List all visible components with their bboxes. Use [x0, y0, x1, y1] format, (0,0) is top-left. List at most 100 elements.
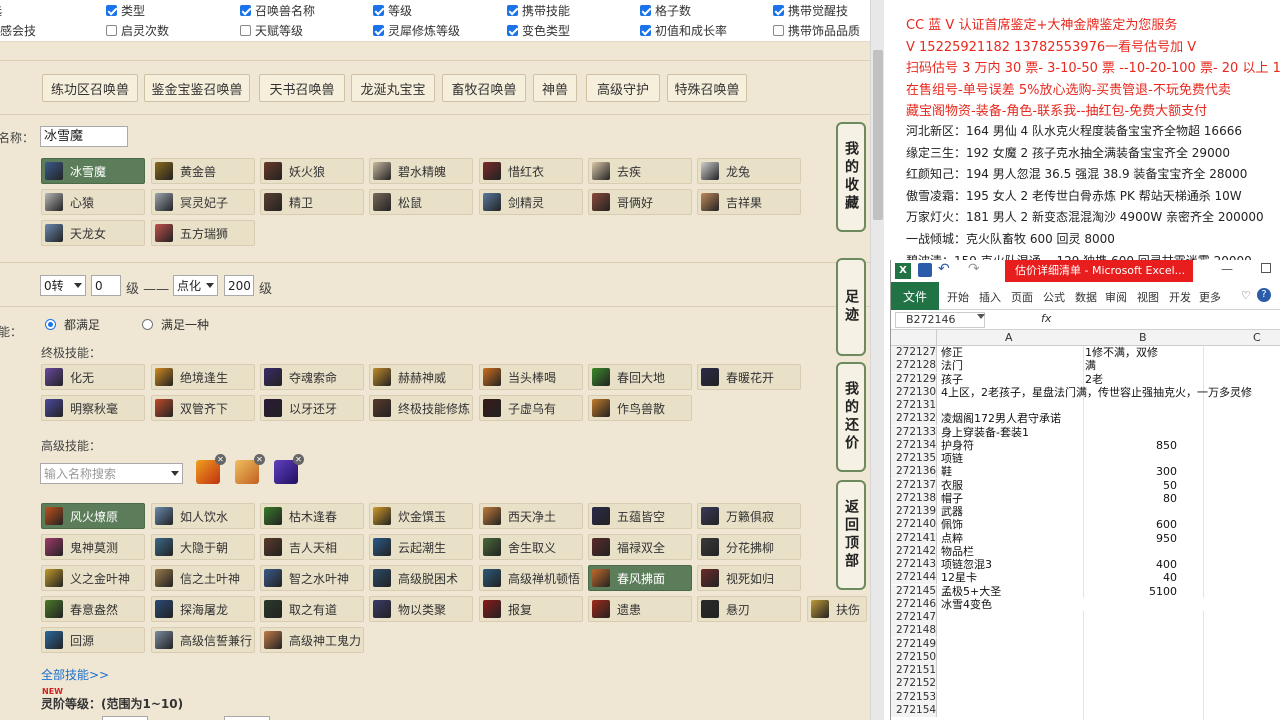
- checkbox-icon[interactable]: [640, 4, 651, 16]
- fx-icon[interactable]: fx: [1041, 312, 1051, 325]
- row-number[interactable]: 272142: [891, 544, 937, 558]
- help-icon[interactable]: ?: [1257, 288, 1271, 302]
- advanced-skills-chip[interactable]: 吉人天相: [260, 534, 364, 560]
- row-number[interactable]: 272144: [891, 571, 937, 585]
- row-number[interactable]: 272147: [891, 611, 937, 624]
- cell-b[interactable]: 40: [1085, 571, 1177, 584]
- ultimate-skills-chip[interactable]: 当头棒喝: [479, 364, 583, 390]
- ultimate-skills-chip[interactable]: 以牙还牙: [260, 395, 364, 421]
- cell-a[interactable]: 鞋: [941, 465, 952, 478]
- row-number[interactable]: 272135: [891, 452, 937, 465]
- summons-chip[interactable]: 碧水精魄: [369, 158, 473, 184]
- advanced-skills-chip[interactable]: 万籁俱寂: [697, 503, 801, 529]
- advanced-skills-chip[interactable]: 高级禅机顿悟: [479, 565, 583, 591]
- summon-name-input[interactable]: 冰雪魔: [40, 126, 128, 147]
- advanced-skills-chip[interactable]: 高级信誓兼行: [151, 627, 255, 653]
- filter-checkbox[interactable]: 召唤兽名称: [240, 2, 315, 18]
- checkbox-icon[interactable]: [373, 4, 384, 16]
- cell-a[interactable]: 孟极5+大圣: [941, 585, 1001, 598]
- match-radio[interactable]: 都满足: [45, 316, 100, 333]
- stage-select[interactable]: 点化: [173, 275, 218, 296]
- row-number[interactable]: 272138: [891, 491, 937, 505]
- row-number[interactable]: 272133: [891, 425, 937, 439]
- advanced-skills-chip[interactable]: 高级脱困术: [369, 565, 473, 591]
- ribbon-tab[interactable]: 页面: [1011, 289, 1033, 305]
- scrollbar-thumb[interactable]: [873, 50, 883, 220]
- all-skills-link[interactable]: 全部技能>>: [41, 666, 109, 683]
- summons-chip[interactable]: 五方瑞狮: [151, 220, 255, 246]
- summons-chip[interactable]: 冰雪魔: [41, 158, 145, 184]
- row-number[interactable]: 272136: [891, 465, 937, 479]
- filter-checkbox[interactable]: 携带觉醒技: [773, 2, 848, 18]
- summons-chip[interactable]: 心猿: [41, 189, 145, 215]
- advanced-skills-chip[interactable]: 分花拂柳: [697, 534, 801, 560]
- minimize-icon[interactable]: —: [1221, 262, 1233, 276]
- level-min-input[interactable]: 0: [91, 275, 121, 296]
- advanced-skills-chip[interactable]: 探海屠龙: [151, 596, 255, 622]
- undo-icon[interactable]: ↶: [938, 261, 950, 277]
- cell-b[interactable]: 400: [1085, 558, 1177, 571]
- advanced-skills-chip[interactable]: 五蕴皆空: [588, 503, 692, 529]
- ultimate-skills-chip[interactable]: 终极技能修炼: [369, 395, 473, 421]
- cell-b[interactable]: 5100: [1085, 585, 1177, 598]
- row-number[interactable]: 272130: [891, 385, 937, 399]
- cell-a[interactable]: 4上区，2老孩子，星盘法门满，传世容止强抽克火，一万多灵修: [941, 386, 1252, 399]
- row-number[interactable]: 272143: [891, 558, 937, 571]
- checkbox-icon[interactable]: [773, 4, 784, 16]
- side-nav-button[interactable]: 我的收藏: [836, 122, 866, 232]
- cell-a[interactable]: 武器: [941, 505, 963, 518]
- summons-chip[interactable]: 惜红衣: [479, 158, 583, 184]
- ultimate-skills-chip[interactable]: 绝境逢生: [151, 364, 255, 390]
- summons-chip[interactable]: 黄金兽: [151, 158, 255, 184]
- advanced-skills-chip[interactable]: 枯木逢春: [260, 503, 364, 529]
- column-header-a[interactable]: A: [1005, 331, 1013, 344]
- checkbox-icon[interactable]: [507, 24, 518, 36]
- ribbon-tab[interactable]: 开始: [947, 289, 969, 305]
- filter-checkbox[interactable]: 初值和成长率: [640, 22, 727, 38]
- cell-a[interactable]: 佩饰: [941, 518, 963, 531]
- advanced-skills-chip[interactable]: 取之有道: [260, 596, 364, 622]
- select-all-corner[interactable]: [891, 330, 937, 346]
- ribbon-tab[interactable]: 插入: [979, 289, 1001, 305]
- row-number[interactable]: 272141: [891, 531, 937, 545]
- row-number[interactable]: 272151: [891, 664, 937, 677]
- cell-b[interactable]: 850: [1085, 439, 1177, 452]
- checkbox-icon[interactable]: [106, 4, 117, 16]
- row-number[interactable]: 272127: [891, 346, 937, 359]
- filter-checkbox[interactable]: 带感会技: [0, 22, 36, 38]
- turn-select[interactable]: 0转: [40, 275, 86, 296]
- ultimate-skills-chip[interactable]: 化无: [41, 364, 145, 390]
- filter-checkbox[interactable]: 格子数: [640, 2, 691, 18]
- advanced-skills-chip[interactable]: 报复: [479, 596, 583, 622]
- category-button[interactable]: 龙涎丸宝宝: [351, 74, 435, 102]
- remove-icon[interactable]: ✕: [254, 454, 265, 465]
- checkbox-icon[interactable]: [773, 24, 784, 36]
- selected-skill-spring-icon[interactable]: ✕: [235, 454, 265, 484]
- advanced-skills-chip[interactable]: 信之土叶神: [151, 565, 255, 591]
- row-number[interactable]: 272154: [891, 703, 937, 717]
- ultimate-skills-chip[interactable]: 双管齐下: [151, 395, 255, 421]
- advanced-skills-chip[interactable]: 西天净土: [479, 503, 583, 529]
- summons-chip[interactable]: 吉祥果: [697, 189, 801, 215]
- ribbon-tab[interactable]: 审阅: [1105, 289, 1127, 305]
- summons-chip[interactable]: 哥俩好: [588, 189, 692, 215]
- row-number[interactable]: 272150: [891, 650, 937, 664]
- filter-checkbox[interactable]: 灵犀修炼等级: [373, 22, 460, 38]
- ultimate-skills-chip[interactable]: 赫赫神威: [369, 364, 473, 390]
- match-radio[interactable]: 满足一种: [142, 316, 209, 333]
- column-header-c[interactable]: C: [1253, 331, 1261, 344]
- cell-a[interactable]: 项链忽混3: [941, 558, 992, 571]
- ribbon-tab-file[interactable]: 文件: [891, 282, 939, 310]
- summons-chip[interactable]: 天龙女: [41, 220, 145, 246]
- row-number[interactable]: 272134: [891, 438, 937, 452]
- advanced-skills-chip[interactable]: 福禄双全: [588, 534, 692, 560]
- side-nav-button[interactable]: 返回顶部: [836, 480, 866, 590]
- advanced-skills-chip[interactable]: 春意盎然: [41, 596, 145, 622]
- cell-a[interactable]: 冰雪4变色: [941, 598, 992, 611]
- ultimate-skills-chip[interactable]: 子虚乌有: [479, 395, 583, 421]
- filter-checkbox[interactable]: 启灵次数: [106, 22, 169, 38]
- category-button[interactable]: 神兽: [533, 74, 577, 102]
- ribbon-tab[interactable]: 公式: [1043, 289, 1065, 305]
- cell-a[interactable]: 修正: [941, 346, 963, 359]
- checkbox-icon[interactable]: [640, 24, 651, 36]
